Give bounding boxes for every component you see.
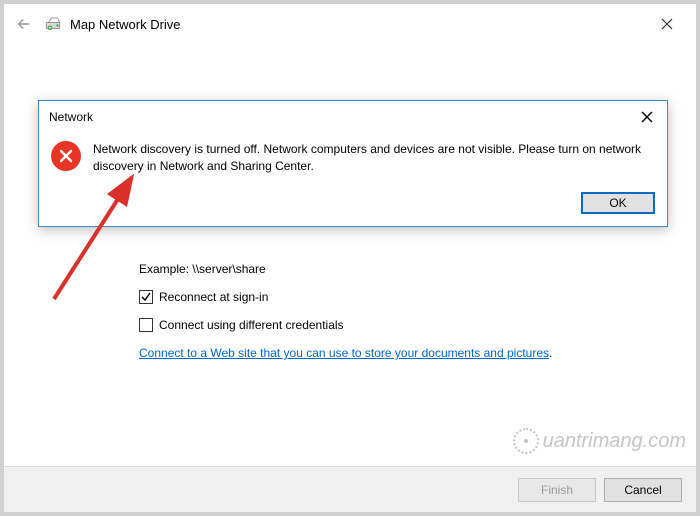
dialog-titlebar: Network bbox=[39, 101, 667, 131]
checkbox-icon bbox=[139, 290, 153, 304]
website-link[interactable]: Connect to a Web site that you can use t… bbox=[139, 346, 549, 360]
drive-icon bbox=[44, 15, 62, 33]
dialog-message: Network discovery is turned off. Network… bbox=[93, 141, 653, 176]
website-link-row: Connect to a Web site that you can use t… bbox=[139, 346, 552, 360]
dialog-title-text: Network bbox=[49, 110, 93, 124]
map-network-drive-window: Map Network Drive Example: \\server\shar… bbox=[0, 0, 700, 516]
example-label: Example: \\server\share bbox=[139, 262, 266, 276]
different-credentials-label: Connect using different credentials bbox=[159, 318, 344, 332]
checkbox-icon bbox=[139, 318, 153, 332]
network-error-dialog: Network Network discovery is turned off.… bbox=[38, 100, 668, 227]
ok-button[interactable]: OK bbox=[581, 192, 655, 214]
watermark-logo-icon bbox=[513, 428, 539, 454]
window-title: Map Network Drive bbox=[70, 17, 181, 32]
titlebar: Map Network Drive bbox=[4, 4, 696, 44]
dialog-button-row: OK bbox=[39, 182, 667, 226]
watermark: uantrimang.com bbox=[513, 428, 686, 454]
dialog-close-button[interactable] bbox=[637, 107, 657, 127]
finish-button: Finish bbox=[518, 478, 596, 502]
dialog-body: Network discovery is turned off. Network… bbox=[39, 131, 667, 182]
cancel-button[interactable]: Cancel bbox=[604, 478, 682, 502]
error-icon bbox=[51, 141, 81, 171]
window-close-button[interactable] bbox=[652, 12, 682, 36]
different-credentials-checkbox-row[interactable]: Connect using different credentials bbox=[139, 318, 344, 332]
back-icon[interactable] bbox=[12, 12, 36, 36]
reconnect-checkbox-row[interactable]: Reconnect at sign-in bbox=[139, 290, 268, 304]
bottom-button-bar: Finish Cancel bbox=[4, 466, 696, 512]
watermark-text: uantrimang.com bbox=[543, 430, 686, 453]
reconnect-label: Reconnect at sign-in bbox=[159, 290, 268, 304]
